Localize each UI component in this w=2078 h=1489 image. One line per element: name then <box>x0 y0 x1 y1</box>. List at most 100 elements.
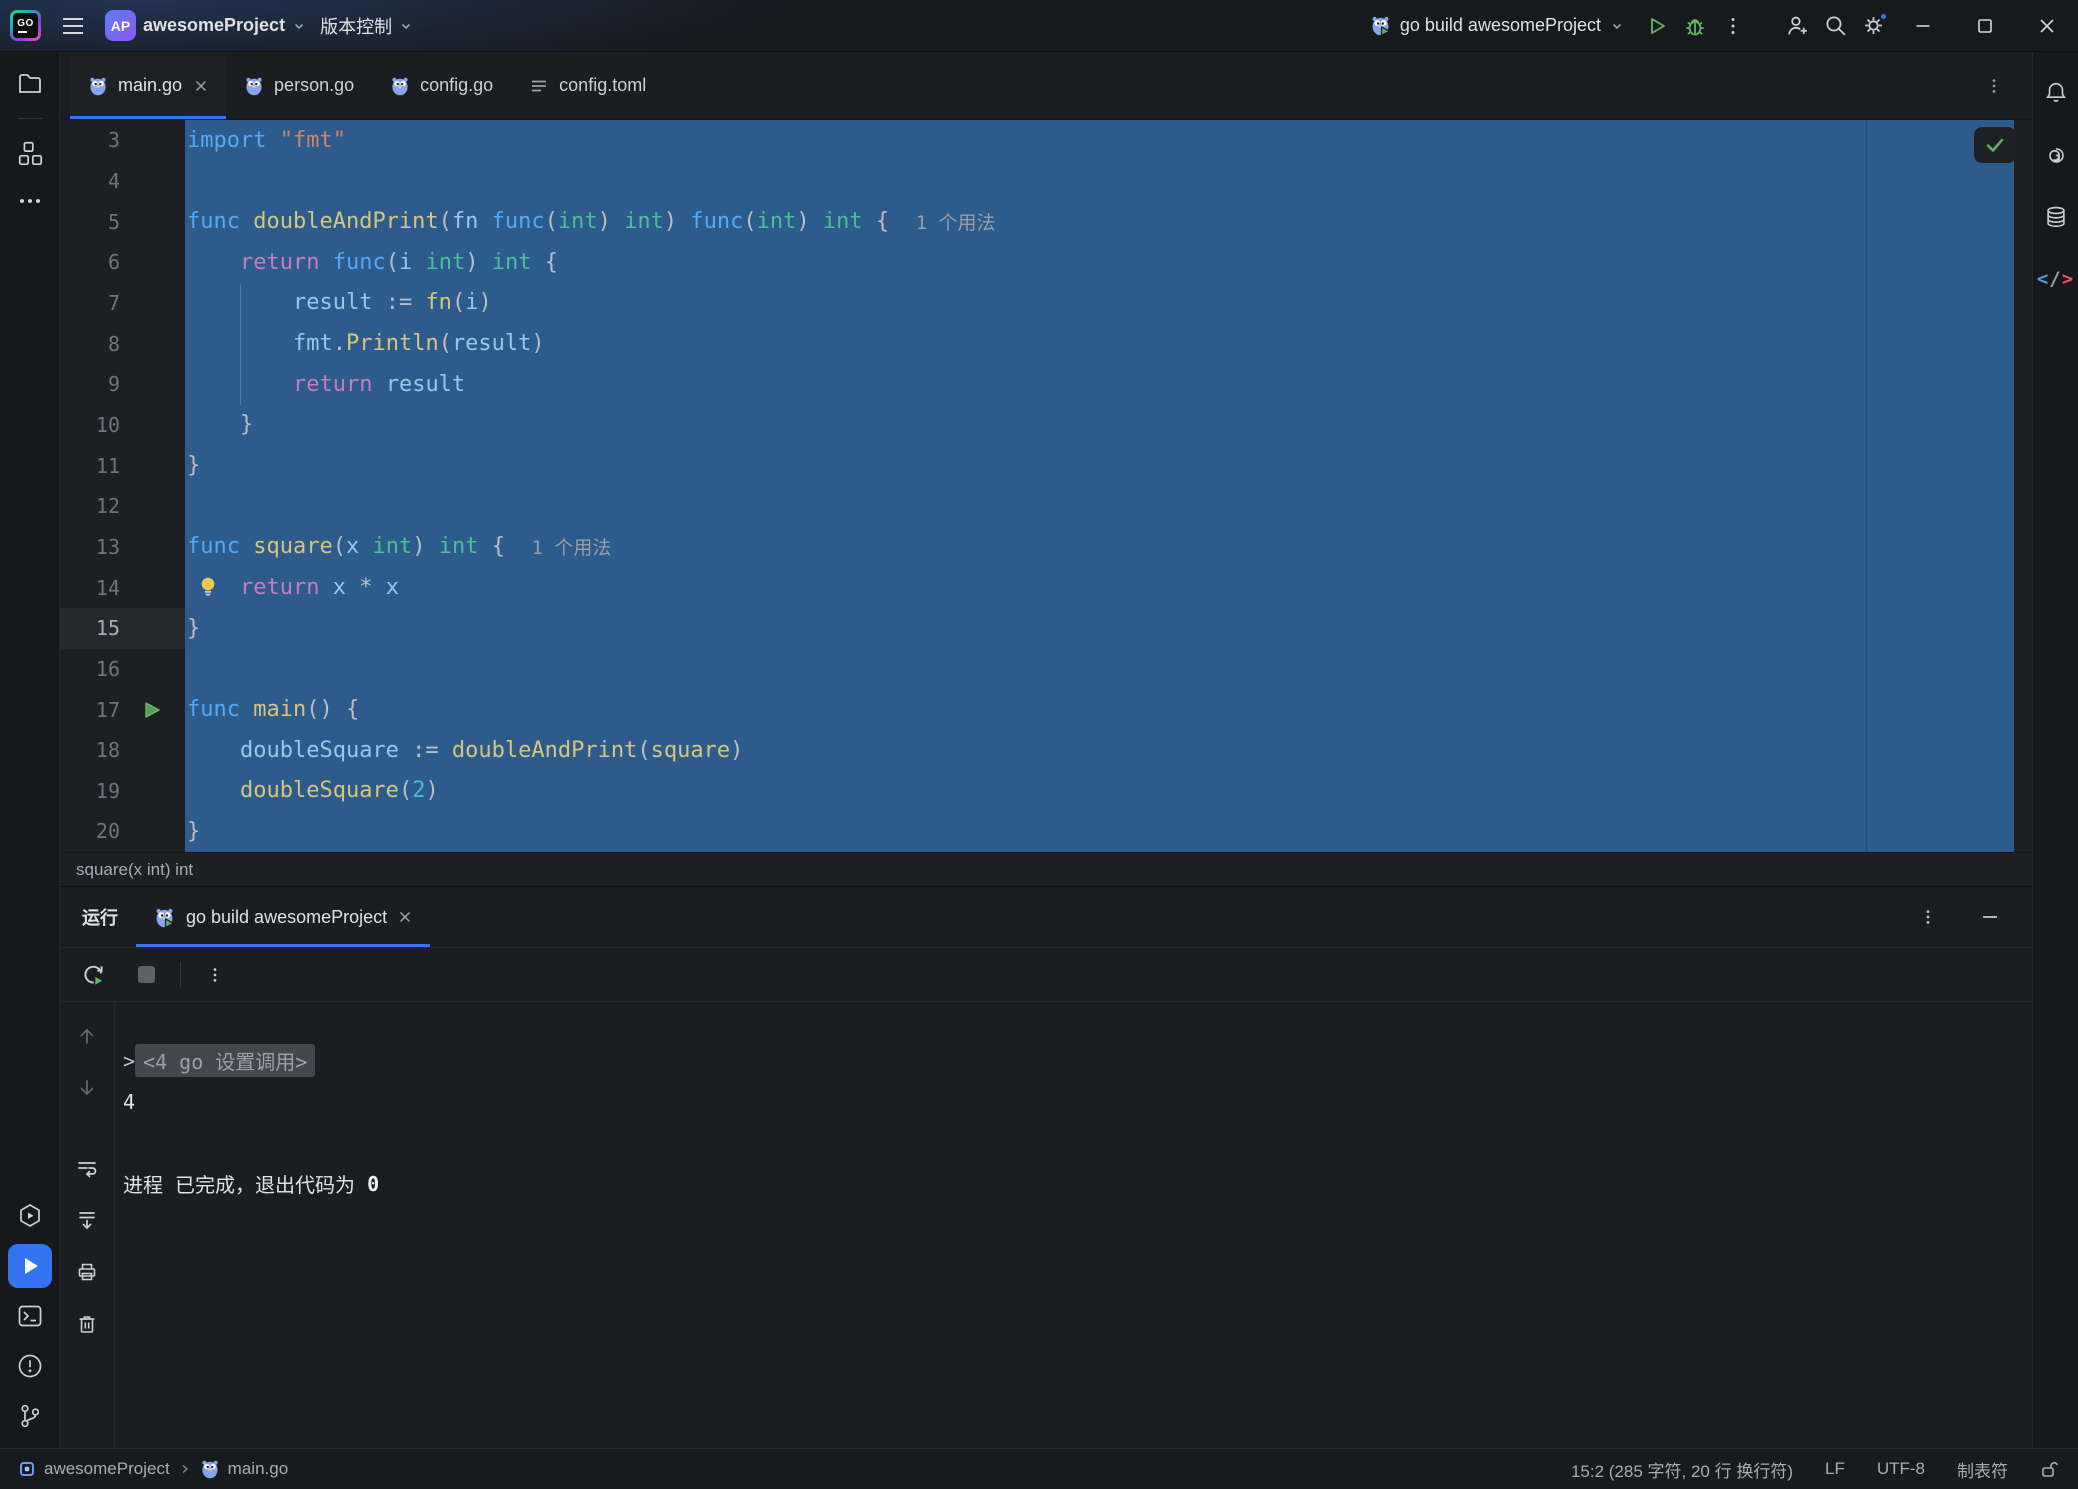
code-line-18[interactable]: doubleSquare := doubleAndPrint(square) <box>185 730 2032 771</box>
gutter-line-12[interactable]: 12 <box>60 486 185 527</box>
run-panel-title[interactable]: 运行 <box>60 887 136 947</box>
prev-occurrence-button[interactable] <box>69 1018 105 1054</box>
window-minimize-button[interactable] <box>1892 0 1954 52</box>
gutter-line-7[interactable]: 7 <box>60 283 185 324</box>
code-line-20[interactable]: } <box>185 811 2032 852</box>
tab-options-kebab[interactable] <box>1976 68 2012 104</box>
run-tool-button[interactable] <box>8 1244 52 1288</box>
run-line-marker[interactable] <box>120 701 185 719</box>
run-button[interactable] <box>1638 8 1676 44</box>
project-tool-button[interactable] <box>8 62 52 106</box>
window-maximize-button[interactable] <box>1954 0 2016 52</box>
gutter-line-19[interactable]: 19 <box>60 771 185 812</box>
clear-console-button[interactable] <box>69 1306 105 1342</box>
statusbar-project[interactable]: awesomeProject <box>18 1459 170 1479</box>
endpoints-tool-button[interactable]: </> <box>2037 260 2075 298</box>
more-actions-kebab[interactable] <box>1714 8 1752 44</box>
code-line-3[interactable]: import "fmt" <box>185 120 2032 161</box>
code-line-19[interactable]: doubleSquare(2) <box>185 771 2032 812</box>
gutter-line-17[interactable]: 17 <box>60 689 185 730</box>
go-file-icon <box>390 76 410 96</box>
more-tool-windows-button[interactable] <box>8 179 52 223</box>
encoding-widget[interactable]: UTF-8 <box>1877 1459 1925 1479</box>
ai-assistant-tool-button[interactable] <box>2037 136 2075 174</box>
print-button[interactable] <box>69 1254 105 1290</box>
settings-button[interactable] <box>1854 8 1892 44</box>
search-everywhere-button[interactable] <box>1816 8 1854 44</box>
inspections-widget[interactable] <box>1974 127 2016 163</box>
code-line-10[interactable]: } <box>185 405 2032 446</box>
run-configuration-tab[interactable]: go build awesomeProject <box>136 887 430 947</box>
main-menu-button[interactable] <box>55 8 91 44</box>
git-tool-button[interactable] <box>8 1394 52 1438</box>
folded-region[interactable]: <4 go 设置调用> <box>135 1044 315 1077</box>
statusbar: awesomeProject main.go 15:2 (285 字符, 20 … <box>0 1448 2078 1489</box>
code-line-13[interactable]: func square(x int) int { 1 个用法 <box>185 527 2032 568</box>
run-panel-hide-button[interactable] <box>1972 899 2008 935</box>
database-tool-button[interactable] <box>2037 198 2075 236</box>
code-line-8[interactable]: fmt.Println(result) <box>185 323 2032 364</box>
code-line-7[interactable]: result := fn(i) <box>185 283 2032 324</box>
code-line-14[interactable]: return x * x <box>185 567 2032 608</box>
gutter-line-3[interactable]: 3 <box>60 120 185 161</box>
project-selector[interactable]: AP awesomeProject <box>105 10 306 41</box>
user-add-icon <box>1786 14 1809 37</box>
editor-code-area[interactable]: import "fmt" func doubleAndPrint(fn func(… <box>185 120 2032 852</box>
rerun-button[interactable] <box>76 957 112 993</box>
vcs-menu[interactable]: 版本控制 <box>320 13 413 39</box>
gutter-line-13[interactable]: 13 <box>60 527 185 568</box>
gutter-line-9[interactable]: 9 <box>60 364 185 405</box>
run-panel-options-kebab[interactable] <box>1910 899 1946 935</box>
gutter-line-16[interactable]: 16 <box>60 649 185 690</box>
editor-context-bar[interactable]: square(x int) int <box>60 852 2032 886</box>
gutter-line-5[interactable]: 5 <box>60 201 185 242</box>
code-with-me-button[interactable] <box>1778 8 1816 44</box>
gutter-line-15[interactable]: 15 <box>60 608 185 649</box>
scroll-to-end-button[interactable] <box>69 1202 105 1238</box>
services-tool-button[interactable] <box>8 1194 52 1238</box>
caret-position-widget[interactable]: 15:2 (285 字符, 20 行 换行符) <box>1571 1457 1793 1482</box>
soft-wrap-button[interactable] <box>69 1150 105 1186</box>
gutter-line-11[interactable]: 11 <box>60 445 185 486</box>
console-options-kebab[interactable] <box>197 957 233 993</box>
code-line-15[interactable]: } <box>185 608 2032 649</box>
code-line-9[interactable]: return result <box>185 364 2032 405</box>
notifications-tool-button[interactable] <box>2037 74 2075 112</box>
gutter-line-6[interactable]: 6 <box>60 242 185 283</box>
problems-tool-button[interactable] <box>8 1344 52 1388</box>
close-icon <box>194 79 208 93</box>
run-config-selector[interactable]: go build awesomeProject <box>1370 15 1624 36</box>
scroll-end-icon <box>76 1209 98 1231</box>
statusbar-file[interactable]: main.go <box>200 1459 288 1479</box>
debug-button[interactable] <box>1676 8 1714 44</box>
code-line-5[interactable]: func doubleAndPrint(fn func(int) int) fu… <box>185 201 2032 242</box>
code-line-12[interactable] <box>185 486 2032 527</box>
gutter-line-14[interactable]: 14 <box>60 567 185 608</box>
terminal-tool-button[interactable] <box>8 1294 52 1338</box>
console-toolbar <box>60 1002 115 1448</box>
code-line-17[interactable]: func main() { <box>185 689 2032 730</box>
gutter-line-4[interactable]: 4 <box>60 161 185 202</box>
gutter-line-8[interactable]: 8 <box>60 323 185 364</box>
indent-widget[interactable]: 制表符 <box>1957 1457 2008 1482</box>
readonly-toggle[interactable] <box>2040 1460 2058 1478</box>
window-close-button[interactable] <box>2016 0 2078 52</box>
run-tab-close-button[interactable] <box>398 910 412 924</box>
editor-tab-config-toml[interactable]: config.toml <box>511 52 664 119</box>
gutter-line-18[interactable]: 18 <box>60 730 185 771</box>
line-separator-widget[interactable]: LF <box>1825 1459 1845 1479</box>
code-line-11[interactable]: } <box>185 445 2032 486</box>
code-line-6[interactable]: return func(i int) int { <box>185 242 2032 283</box>
editor-tab-main-go[interactable]: main.go <box>70 52 226 119</box>
editor-tab-person-go[interactable]: person.go <box>226 52 372 119</box>
stop-button[interactable] <box>128 957 164 993</box>
structure-tool-button[interactable] <box>8 131 52 175</box>
gutter-line-20[interactable]: 20 <box>60 811 185 852</box>
editor-tab-config-go[interactable]: config.go <box>372 52 511 119</box>
code-line-16[interactable] <box>185 649 2032 690</box>
code-line-4[interactable] <box>185 161 2032 202</box>
tab-close-button[interactable] <box>194 79 208 93</box>
gutter-line-10[interactable]: 10 <box>60 405 185 446</box>
intention-bulb-icon[interactable] <box>197 575 219 599</box>
next-occurrence-button[interactable] <box>69 1070 105 1106</box>
